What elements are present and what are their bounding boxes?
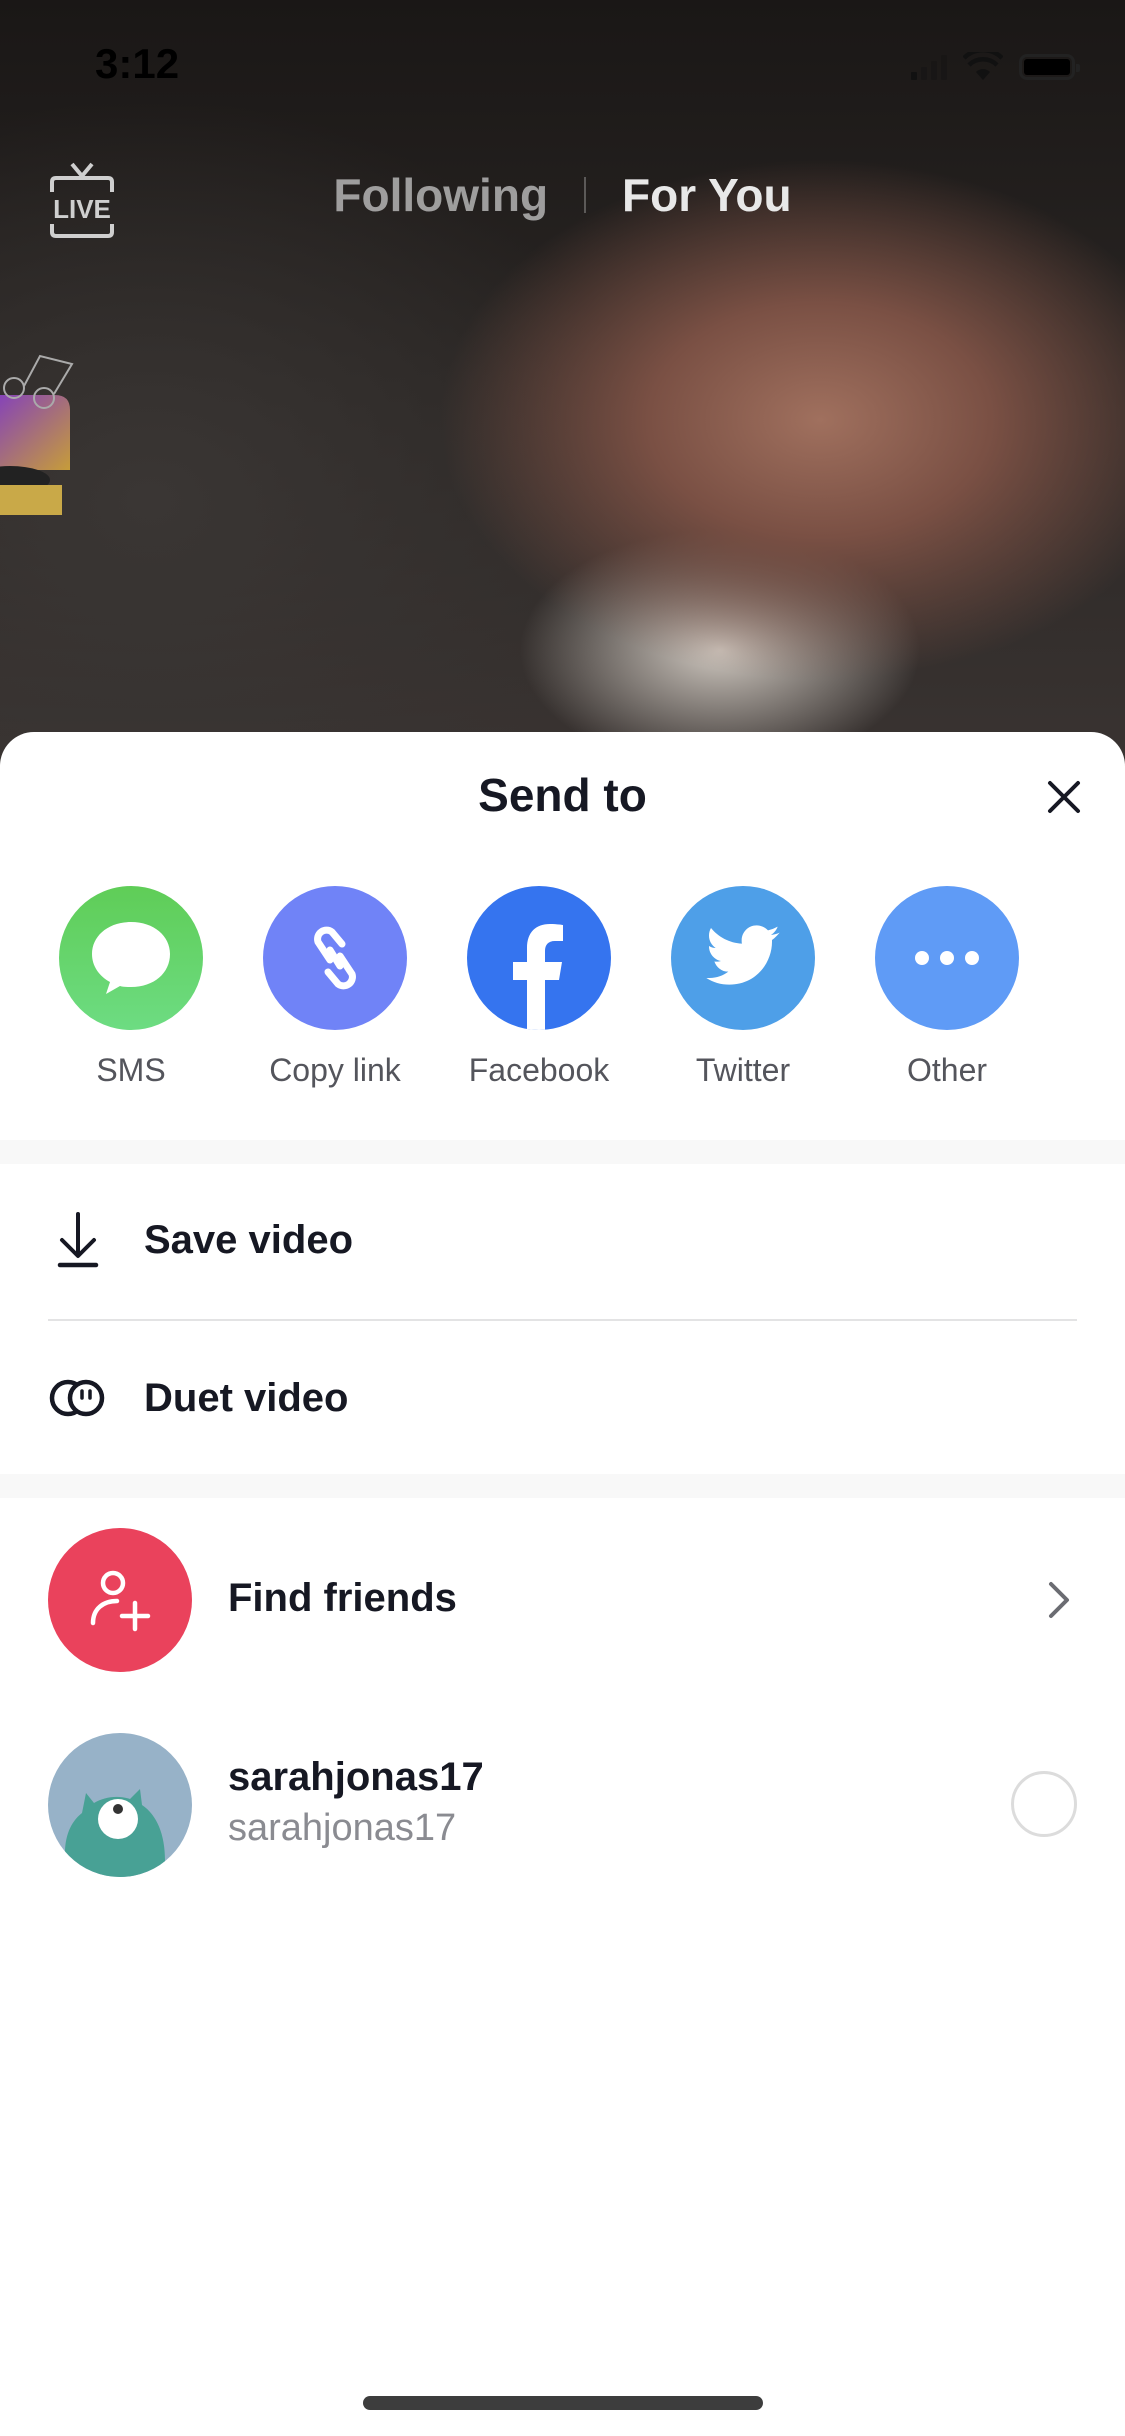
avatar — [48, 1733, 192, 1877]
duet-icon — [49, 1379, 105, 1417]
download-icon — [57, 1212, 99, 1268]
share-twitter-button[interactable]: Twitter — [653, 886, 833, 1089]
sheet-title: Send to — [478, 769, 647, 821]
section-separator — [0, 1140, 1125, 1164]
chevron-right-icon — [1049, 1582, 1069, 1618]
share-label: Copy link — [269, 1052, 401, 1088]
tab-for-you[interactable]: For You — [622, 168, 792, 222]
share-sheet: Send to SMS Copy link Facebook Twitter O… — [0, 732, 1125, 2436]
share-label: Twitter — [695, 1052, 791, 1088]
facebook-icon — [513, 924, 563, 1030]
duet-icon-wrap — [48, 1368, 108, 1428]
share-sms-button[interactable]: SMS — [41, 886, 221, 1089]
facebook-circle — [467, 886, 611, 1030]
other-circle — [875, 886, 1019, 1030]
twitter-circle — [671, 886, 815, 1030]
tab-following[interactable]: Following — [333, 168, 548, 222]
share-facebook-button[interactable]: Facebook — [449, 886, 629, 1089]
status-time: 3:12 — [95, 40, 180, 87]
download-icon-wrap — [48, 1210, 108, 1270]
find-friends-label: Find friends — [228, 1576, 457, 1620]
battery-icon — [1019, 54, 1080, 80]
contact-display-name: sarahjonas17 — [228, 1755, 484, 1799]
more-dots-icon — [915, 951, 979, 965]
section-separator — [0, 1474, 1125, 1498]
record-player-sticker-icon — [0, 354, 74, 515]
duet-video-button[interactable]: Duet video — [0, 1328, 1125, 1468]
save-video-label: Save video — [144, 1217, 354, 1262]
status-icons — [911, 52, 1080, 82]
add-user-icon — [90, 1570, 151, 1632]
share-copy-link-button[interactable]: Copy link — [245, 886, 425, 1089]
close-button[interactable] — [1039, 772, 1089, 822]
message-bubble-icon — [92, 922, 170, 994]
duet-video-label: Duet video — [144, 1375, 349, 1420]
cellular-signal-icon — [911, 54, 947, 80]
sms-circle — [59, 886, 203, 1030]
twitter-icon — [706, 925, 780, 985]
copy-link-circle — [263, 886, 407, 1030]
close-icon — [1048, 781, 1080, 813]
feed-tabs: Following For You — [0, 168, 1125, 222]
wifi-icon — [963, 52, 1003, 80]
share-label: SMS — [96, 1052, 166, 1088]
share-label: Facebook — [468, 1052, 610, 1088]
video-background[interactable] — [0, 0, 1125, 780]
find-friends-button[interactable]: Find friends — [0, 1528, 1125, 1672]
share-other-button[interactable]: Other — [857, 886, 1037, 1089]
save-video-button[interactable]: Save video — [0, 1170, 1125, 1310]
link-icon — [314, 926, 356, 990]
contact-row[interactable]: sarahjonas17 sarahjonas17 — [0, 1733, 1125, 1877]
contact-username: sarahjonas17 — [228, 1807, 457, 1849]
select-radio[interactable] — [1011, 1771, 1077, 1837]
row-divider — [48, 1319, 1077, 1321]
home-indicator[interactable] — [363, 2396, 763, 2410]
tab-divider — [584, 177, 587, 213]
avatar-monster-icon — [64, 1789, 166, 1877]
find-friends-circle — [48, 1528, 192, 1672]
share-label: Other — [906, 1052, 988, 1088]
